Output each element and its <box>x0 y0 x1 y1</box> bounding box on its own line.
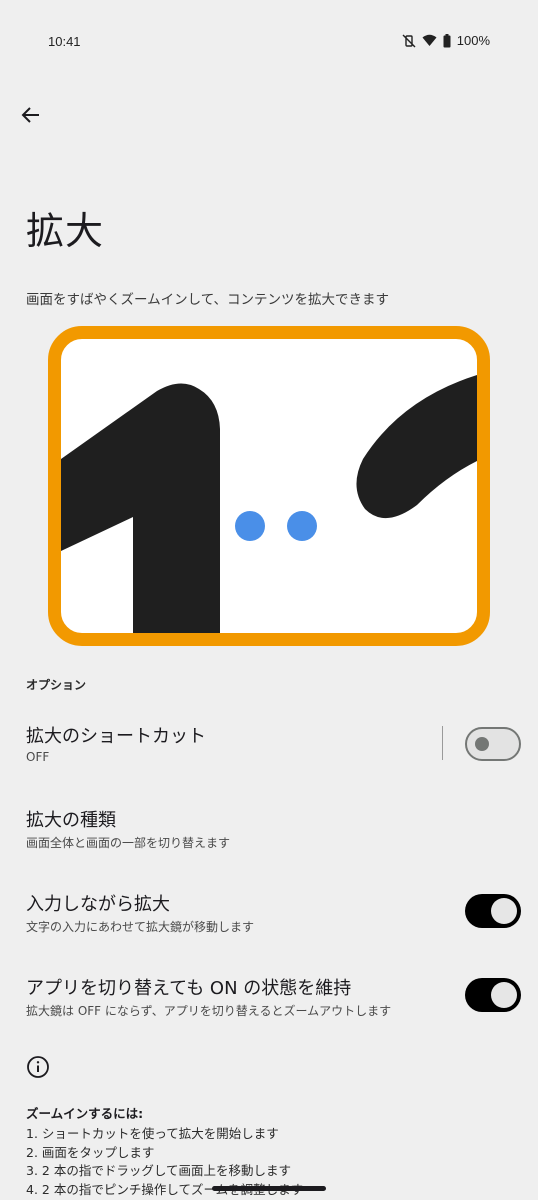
info-icon <box>26 1055 50 1079</box>
setting-summary: OFF <box>26 750 50 764</box>
instruction-line: 2. 画面をタップします <box>26 1144 155 1160</box>
mute-vibrate-icon <box>402 34 416 48</box>
setting-title: 拡大の種類 <box>26 810 116 831</box>
instruction-line: 1. ショートカットを使って拡大を開始します <box>26 1126 279 1141</box>
setting-magnification-type[interactable]: 拡大の種類 画面全体と画面の一部を切り替えます <box>0 806 538 890</box>
setting-title: 拡大のショートカット <box>26 726 206 747</box>
magnification-illustration <box>48 326 490 646</box>
setting-keep-on-app-switch[interactable]: アプリを切り替えても ON の状態を維持 拡大鏡は OFF にならず、アプリを切… <box>0 974 538 1058</box>
arrow-back-icon <box>21 105 41 129</box>
wifi-icon <box>422 34 437 47</box>
back-button[interactable] <box>14 100 48 134</box>
battery-icon <box>443 33 451 48</box>
illustration-graphic <box>61 375 477 633</box>
instructions-title: ズームインするには: <box>26 1106 144 1121</box>
toggle-knob <box>475 737 489 751</box>
setting-follow-typing[interactable]: 入力しながら拡大 文字の入力にあわせて拡大鏡が移動します <box>0 890 538 974</box>
setting-summary: 画面全体と画面の一部を切り替えます <box>26 836 231 850</box>
status-icons: 100% <box>402 33 490 48</box>
setting-summary: 拡大鏡は OFF にならず、アプリを切り替えるとズームアウトします <box>26 1004 392 1018</box>
status-time: 10:41 <box>48 34 81 49</box>
follow-typing-toggle[interactable] <box>465 894 521 928</box>
shortcut-toggle[interactable] <box>465 727 521 761</box>
instruction-line: 3. 2 本の指でドラッグして画面上を移動します <box>26 1163 291 1178</box>
status-bar: 10:41 100% <box>0 0 538 86</box>
battery-percent: 100% <box>456 33 490 48</box>
keep-on-app-switch-toggle[interactable] <box>465 978 521 1012</box>
toggle-knob <box>491 982 517 1008</box>
setting-magnification-shortcut[interactable]: 拡大のショートカット OFF <box>0 722 538 806</box>
section-header-options: オプション <box>26 678 87 692</box>
setting-title: 入力しながら拡大 <box>26 894 170 915</box>
setting-summary: 文字の入力にあわせて拡大鏡が移動します <box>26 920 255 934</box>
gesture-navigation-bar[interactable] <box>212 1186 326 1191</box>
page-title: 拡大 <box>26 209 105 253</box>
setting-title: アプリを切り替えても ON の状態を維持 <box>26 978 352 999</box>
zoom-instructions: ズームインするには: 1. ショートカットを使って拡大を開始します 2. 画面を… <box>26 1103 506 1199</box>
toggle-knob <box>491 898 517 924</box>
page-description: 画面をすばやくズームインして、コンテンツを拡大できます <box>26 292 390 308</box>
row-divider <box>442 726 443 760</box>
